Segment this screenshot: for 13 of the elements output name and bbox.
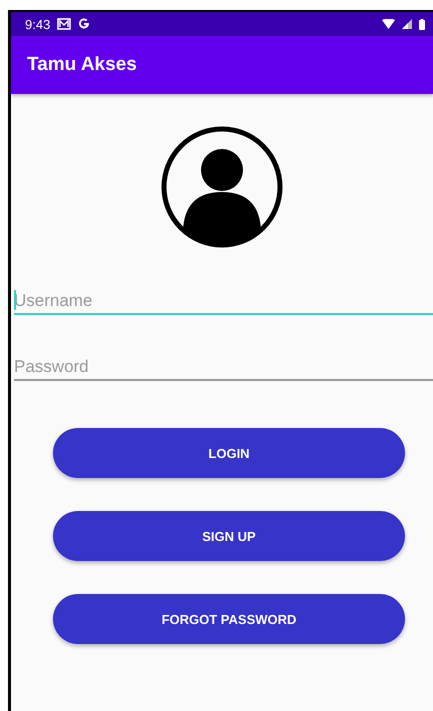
action-button[interactable]: LOGIN [53, 428, 405, 478]
user-avatar-icon [161, 126, 283, 248]
wifi-icon [382, 19, 395, 29]
action-button[interactable]: FORGOT PASSWORD [53, 594, 405, 644]
battery-icon [419, 18, 425, 30]
app-title: Tamu Akses [27, 54, 137, 76]
g-letter-icon [78, 18, 90, 30]
text-field[interactable]: Password [14, 348, 433, 381]
action-button[interactable]: SIGN UP [53, 511, 405, 561]
status-time: 9:43 [25, 16, 50, 32]
signal-icon [402, 19, 412, 29]
mail-icon [57, 18, 72, 30]
text-field[interactable]: Username [14, 282, 433, 315]
